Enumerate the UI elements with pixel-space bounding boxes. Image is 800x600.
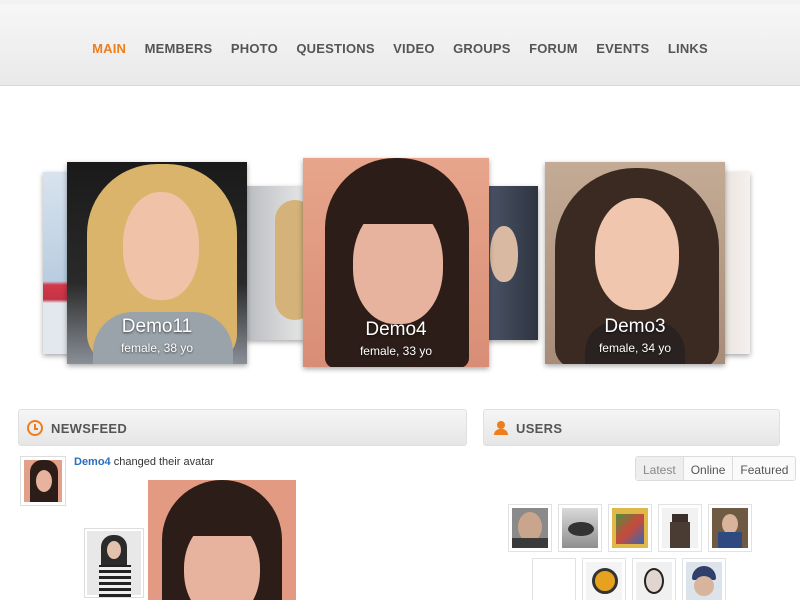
clock-icon	[27, 420, 43, 436]
user-icon	[494, 421, 508, 435]
users-title: USERS	[516, 421, 563, 436]
carousel-name-demo11: Demo11	[121, 316, 193, 337]
feed-user-link[interactable]: Demo4	[74, 456, 111, 468]
carousel-name-demo4: Demo4	[365, 319, 427, 340]
users-tabs: Latest Online Featured	[635, 456, 797, 481]
feed-entry-text: Demo4 changed their avatar	[74, 456, 214, 468]
carousel-card-demo3[interactable]: Demo3 female, 34 yo	[545, 162, 725, 364]
user-thumb[interactable]	[608, 504, 652, 552]
carousel-info-demo4: female, 33 yo	[359, 344, 433, 358]
user-thumb[interactable]	[632, 558, 676, 600]
user-thumb[interactable]	[532, 558, 576, 600]
carousel-card-demo11[interactable]: Demo11 female, 38 yo	[67, 162, 247, 364]
user-thumb[interactable]	[558, 504, 602, 552]
user-thumb[interactable]	[582, 558, 626, 600]
user-thumb[interactable]	[708, 504, 752, 552]
tab-online[interactable]: Online	[684, 457, 734, 480]
feed-user-avatar[interactable]	[20, 456, 66, 506]
nav-video[interactable]: VIDEO	[393, 41, 434, 56]
main-menu: MAIN MEMBERS PHOTO QUESTIONS VIDEO GROUP…	[0, 40, 800, 58]
newsfeed-header: NEWSFEED	[18, 409, 467, 446]
nav-events[interactable]: EVENTS	[596, 41, 649, 56]
carousel-card-demo4[interactable]: Demo4 female, 33 yo	[303, 158, 489, 367]
nav-links[interactable]: LINKS	[668, 41, 708, 56]
carousel-info-demo11: female, 38 yo	[120, 341, 194, 355]
nav-photo[interactable]: PHOTO	[231, 41, 278, 56]
nav-main[interactable]: MAIN	[92, 41, 126, 56]
feed-avatar-image[interactable]	[148, 480, 296, 600]
nav-questions[interactable]: QUESTIONS	[296, 41, 374, 56]
carousel-info-demo3: female, 34 yo	[598, 341, 672, 355]
member-carousel: Demo11 female, 38 yo Demo3 female, 34 yo…	[0, 150, 800, 380]
user-thumb[interactable]	[682, 558, 726, 600]
user-thumb[interactable]	[658, 504, 702, 552]
carousel-name-demo3: Demo3	[604, 316, 666, 337]
nav-groups[interactable]: GROUPS	[453, 41, 511, 56]
tab-featured[interactable]: Featured	[733, 457, 795, 480]
top-nav-bar: MAIN MEMBERS PHOTO QUESTIONS VIDEO GROUP…	[0, 0, 800, 86]
newsfeed-title: NEWSFEED	[51, 421, 128, 436]
nav-forum[interactable]: FORUM	[529, 41, 578, 56]
feed-thumbnail-small[interactable]	[84, 528, 144, 598]
carousel-card-back-right[interactable]	[486, 186, 538, 340]
feed-action: changed their avatar	[110, 456, 215, 468]
users-header: USERS	[483, 409, 780, 446]
nav-members[interactable]: MEMBERS	[145, 41, 213, 56]
user-thumb[interactable]	[508, 504, 552, 552]
carousel-card-back-left[interactable]	[245, 186, 305, 340]
tab-latest[interactable]: Latest	[636, 457, 684, 480]
